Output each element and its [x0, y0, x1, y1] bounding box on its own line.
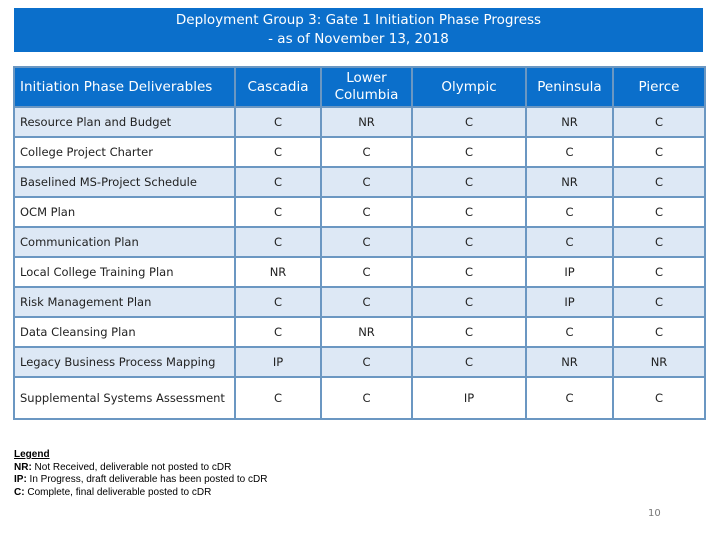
- legend-item-nr: NR: Not Received, deliverable not posted…: [14, 462, 267, 475]
- status-cell: C: [234, 196, 322, 228]
- table-row: Legacy Business Process Mapping IP C C NR NR: [13, 346, 706, 378]
- status-cell: C: [612, 106, 706, 138]
- status-cell: C: [234, 166, 322, 198]
- status-cell: C: [612, 376, 706, 420]
- table-row: Supplemental Systems Assessment C C IP C C: [13, 376, 706, 420]
- status-cell: C: [320, 256, 413, 288]
- status-cell: C: [320, 286, 413, 318]
- title-banner: Deployment Group 3: Gate 1 Initiation Ph…: [14, 8, 703, 52]
- table-body: Resource Plan and Budget C NR C NR C College P…: [13, 106, 706, 420]
- status-cell: C: [234, 316, 322, 348]
- status-cell: C: [411, 316, 527, 348]
- table-row: College Project Charter C C C C C: [13, 136, 706, 168]
- title-line-2: - as of November 13, 2018: [268, 31, 449, 47]
- status-cell: NR: [320, 316, 413, 348]
- column-header-pierce: Pierce: [612, 66, 706, 108]
- status-cell: NR: [525, 106, 614, 138]
- status-cell: C: [411, 196, 527, 228]
- status-cell: C: [411, 286, 527, 318]
- legend-code: NR:: [14, 461, 32, 473]
- status-cell: C: [320, 376, 413, 420]
- legend-code: C:: [14, 486, 25, 498]
- status-cell: C: [320, 226, 413, 258]
- table-row: OCM Plan C C C C C: [13, 196, 706, 228]
- status-cell: C: [320, 346, 413, 378]
- status-cell: C: [411, 136, 527, 168]
- deliverable-name: Risk Management Plan: [13, 286, 236, 318]
- deliverable-name: Supplemental Systems Assessment: [13, 376, 236, 420]
- column-header-peninsula: Peninsula: [525, 66, 614, 108]
- table-row: Local College Training Plan NR C C IP C: [13, 256, 706, 288]
- table-row: Resource Plan and Budget C NR C NR C: [13, 106, 706, 138]
- status-cell: C: [411, 256, 527, 288]
- table-row: Communication Plan C C C C C: [13, 226, 706, 258]
- deliverables-table: Initiation Phase Deliverables Cascadia L…: [13, 66, 706, 420]
- column-header-deliverables: Initiation Phase Deliverables: [13, 66, 236, 108]
- status-cell: C: [411, 346, 527, 378]
- status-cell: C: [612, 196, 706, 228]
- column-header-olympic: Olympic: [411, 66, 527, 108]
- deliverable-name: Data Cleansing Plan: [13, 316, 236, 348]
- legend: Legend NR: Not Received, deliverable not…: [14, 449, 267, 499]
- deliverable-name: Local College Training Plan: [13, 256, 236, 288]
- table-row: Risk Management Plan C C C IP C: [13, 286, 706, 318]
- status-cell: C: [612, 316, 706, 348]
- status-cell: C: [411, 226, 527, 258]
- title-line-1: Deployment Group 3: Gate 1 Initiation Ph…: [175, 12, 542, 28]
- legend-code: IP:: [14, 474, 27, 485]
- legend-text: Not Received, deliverable not posted to …: [31, 461, 232, 473]
- status-cell: C: [525, 136, 614, 168]
- status-cell: C: [234, 136, 322, 168]
- status-cell: C: [525, 196, 614, 228]
- legend-text: In Progress, draft deliverable has been …: [26, 474, 268, 485]
- legend-item-ip: IP: In Progress, draft deliverable has b…: [14, 474, 267, 487]
- column-header-lower-columbia: Lower Columbia: [320, 66, 413, 108]
- status-cell: C: [612, 286, 706, 318]
- status-cell: C: [320, 196, 413, 228]
- status-cell: C: [234, 106, 322, 138]
- deliverable-name: Resource Plan and Budget: [13, 106, 236, 138]
- status-cell: C: [612, 166, 706, 198]
- status-cell: NR: [612, 346, 706, 378]
- status-cell: C: [234, 226, 322, 258]
- status-cell: C: [525, 376, 614, 420]
- table-header-row: Initiation Phase Deliverables Cascadia L…: [13, 66, 706, 108]
- legend-title: Legend: [14, 449, 50, 460]
- status-cell: NR: [320, 106, 413, 138]
- status-cell: C: [411, 106, 527, 138]
- status-cell: IP: [411, 376, 527, 420]
- status-cell: C: [320, 136, 413, 168]
- deliverable-name: College Project Charter: [13, 136, 236, 168]
- deliverable-name: Communication Plan: [13, 226, 236, 258]
- deliverable-name: OCM Plan: [13, 196, 236, 228]
- table-row: Data Cleansing Plan C NR C C C: [13, 316, 706, 348]
- column-header-cascadia: Cascadia: [234, 66, 322, 108]
- status-cell: IP: [234, 346, 322, 378]
- status-cell: C: [234, 376, 322, 420]
- status-cell: C: [612, 136, 706, 168]
- status-cell: C: [525, 316, 614, 348]
- status-cell: IP: [525, 256, 614, 288]
- status-cell: C: [234, 286, 322, 318]
- table-row: Baselined MS-Project Schedule C C C NR C: [13, 166, 706, 198]
- status-cell: C: [411, 166, 527, 198]
- deliverable-name: Baselined MS-Project Schedule: [13, 166, 236, 198]
- status-cell: C: [612, 226, 706, 258]
- page-number: 10: [648, 508, 661, 519]
- status-cell: NR: [234, 256, 322, 288]
- status-cell: C: [525, 226, 614, 258]
- legend-item-c: C: Complete, final deliverable posted to…: [14, 487, 267, 500]
- status-cell: IP: [525, 286, 614, 318]
- deliverable-name: Legacy Business Process Mapping: [13, 346, 236, 378]
- status-cell: NR: [525, 166, 614, 198]
- status-cell: C: [612, 256, 706, 288]
- status-cell: NR: [525, 346, 614, 378]
- status-cell: C: [320, 166, 413, 198]
- legend-text: Complete, final deliverable posted to cD…: [24, 486, 212, 498]
